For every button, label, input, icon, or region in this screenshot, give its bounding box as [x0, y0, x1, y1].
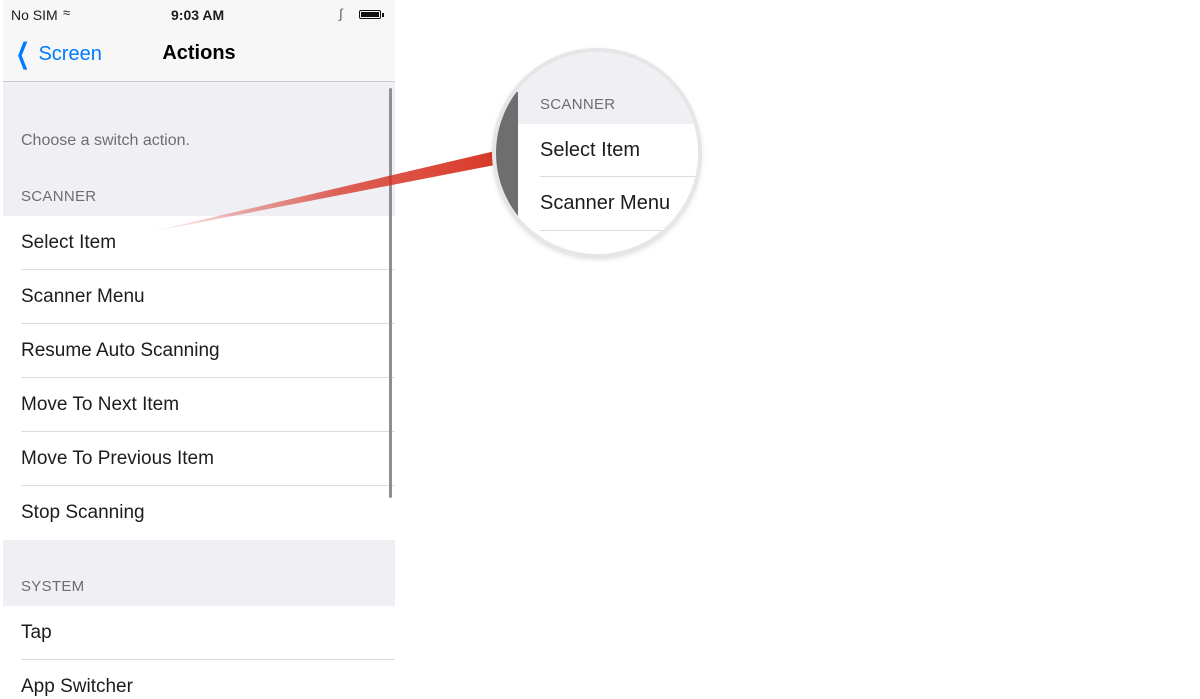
list-item-move-to-previous-item[interactable]: Move To Previous Item: [3, 432, 395, 486]
list-item-scanner-menu[interactable]: Scanner Menu: [3, 270, 395, 324]
list-item-tap[interactable]: Tap: [3, 606, 395, 660]
list-item-select-item[interactable]: Select Item: [3, 216, 395, 270]
callout-item-select-item: Select Item: [518, 124, 698, 177]
section-header-scanner: SCANNER: [21, 188, 97, 205]
callout-background: [496, 52, 698, 124]
settings-screen: No SIM ≈ 9:03 AM ∫ ❮ Screen Actions Choo…: [3, 0, 395, 699]
zoom-callout: SCANNER Select Item Scanner Menu: [496, 52, 698, 254]
clock: 9:03 AM: [171, 7, 225, 23]
instruction-text: Choose a switch action.: [21, 132, 190, 149]
navigation-bar: ❮ Screen Actions: [3, 30, 395, 82]
status-bar: No SIM ≈ 9:03 AM ∫: [3, 0, 395, 30]
list-item-move-to-next-item[interactable]: Move To Next Item: [3, 378, 395, 432]
callout-scrollbar-edge: [496, 92, 518, 242]
scanner-actions-list: Select Item Scanner Menu Resume Auto Sca…: [3, 216, 395, 540]
list-item-resume-auto-scanning[interactable]: Resume Auto Scanning: [3, 324, 395, 378]
system-actions-list: Tap App Switcher: [3, 606, 395, 699]
list-item-app-switcher[interactable]: App Switcher: [3, 660, 395, 699]
scrollbar[interactable]: [389, 88, 392, 498]
callout-item-scanner-menu: Scanner Menu: [518, 177, 698, 230]
carrier-label: No SIM: [11, 7, 58, 23]
bluetooth-icon: ∫: [339, 6, 343, 21]
list-item-stop-scanning[interactable]: Stop Scanning: [3, 486, 395, 540]
wifi-icon: ≈: [63, 5, 71, 20]
callout-divider: [540, 230, 698, 231]
callout-section-header: SCANNER: [540, 96, 616, 113]
page-title: Actions: [162, 42, 236, 64]
battery-icon: [359, 10, 384, 19]
section-header-system: SYSTEM: [21, 578, 85, 595]
